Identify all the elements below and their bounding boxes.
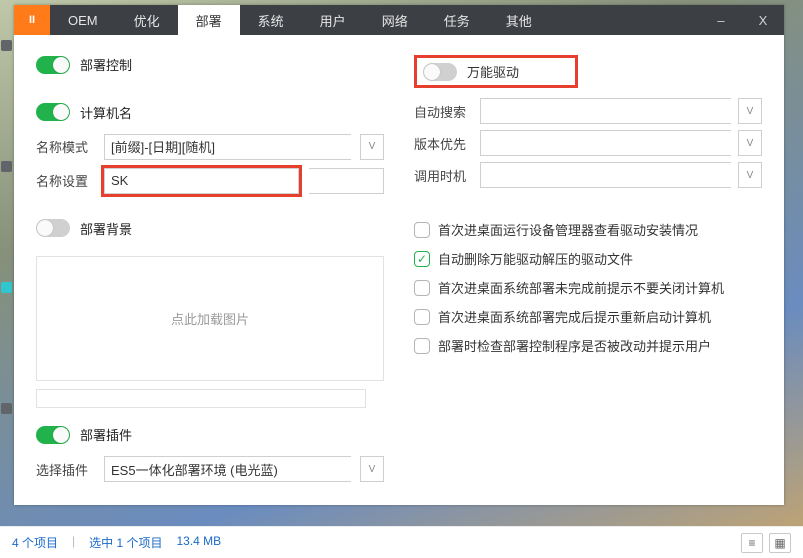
wanneng-driver-head: 万能驱动 (414, 55, 578, 88)
check-label: 部署时检查部署控制程序是否被改动并提示用户 (438, 336, 711, 355)
deploy-control-head: 部署控制 (36, 55, 384, 74)
tab-deploy[interactable]: 部署 (178, 5, 240, 35)
deploy-plugin-toggle[interactable] (36, 426, 70, 444)
wanneng-driver-toggle[interactable] (423, 63, 457, 81)
tab-tasks[interactable]: 任务 (426, 5, 488, 35)
chevron-down-icon[interactable]: V (360, 456, 384, 482)
plugin-select[interactable]: ES5一体化部署环境 (电光蓝) (104, 456, 351, 482)
app-window: II OEM 优化 部署 系统 用户 网络 任务 其他 – X (14, 5, 784, 505)
computer-name-head: 计算机名 (36, 103, 384, 122)
name-set-extra-input[interactable] (309, 168, 384, 194)
check-label: 首次进桌面系统部署完成后提示重新启动计算机 (438, 307, 711, 326)
explorer-status-bar: 4 个项目 | 选中 1 个项目 13.4 MB ≡ ▦ (0, 526, 803, 558)
check-label: 自动删除万能驱动解压的驱动文件 (438, 249, 633, 268)
check-row: 自动删除万能驱动解压的驱动文件 (414, 249, 762, 268)
deploy-plugin-label: 部署插件 (80, 425, 132, 444)
tab-other[interactable]: 其他 (488, 5, 550, 35)
tab-user[interactable]: 用户 (302, 5, 364, 35)
name-set-input[interactable]: SK (104, 168, 299, 194)
version-priority-select[interactable] (480, 130, 731, 156)
status-selected-size: 13.4 MB (176, 534, 221, 551)
chevron-down-icon[interactable]: V (738, 162, 762, 188)
tab-optimize[interactable]: 优化 (116, 5, 178, 35)
check-label: 首次进桌面系统部署未完成前提示不要关闭计算机 (438, 278, 724, 297)
chevron-down-icon[interactable]: V (738, 130, 762, 156)
deploy-bg-label: 部署背景 (80, 219, 132, 238)
check-label: 首次进桌面运行设备管理器查看驱动安装情况 (438, 220, 698, 239)
check-row: 首次进桌面系统部署未完成前提示不要关闭计算机 (414, 278, 762, 297)
tab-network[interactable]: 网络 (364, 5, 426, 35)
wanneng-driver-label: 万能驱动 (467, 62, 519, 81)
deploy-plugin-head: 部署插件 (36, 425, 384, 444)
computer-name-toggle[interactable] (36, 103, 70, 121)
check-row: 首次进桌面运行设备管理器查看驱动安装情况 (414, 220, 762, 239)
check-device-manager[interactable] (414, 222, 430, 238)
computer-name-label: 计算机名 (80, 103, 132, 122)
auto-search-label: 自动搜索 (414, 102, 472, 121)
right-panel: 万能驱动 自动搜索 V 版本优先 V 调用时机 (414, 55, 762, 490)
status-item-count: 4 个项目 (12, 534, 58, 551)
name-mode-label: 名称模式 (36, 137, 94, 156)
minimize-button[interactable]: – (700, 5, 742, 35)
side-icon (1, 161, 12, 172)
titlebar: II OEM 优化 部署 系统 用户 网络 任务 其他 – X (14, 5, 784, 35)
chevron-down-icon[interactable]: V (360, 134, 384, 160)
status-separator: | (72, 534, 75, 551)
name-set-label: 名称设置 (36, 171, 94, 190)
check-row: 首次进桌面系统部署完成后提示重新启动计算机 (414, 307, 762, 326)
tab-system[interactable]: 系统 (240, 5, 302, 35)
side-icon (1, 403, 12, 414)
side-icon (1, 282, 12, 293)
left-panel: 部署控制 计算机名 名称模式 [前缀]-[日期][随机] V 名称设置 (36, 55, 384, 490)
auto-search-select[interactable] (480, 98, 731, 124)
view-large-icons-icon[interactable]: ▦ (769, 533, 791, 553)
deploy-control-toggle[interactable] (36, 56, 70, 74)
check-row: 部署时检查部署控制程序是否被改动并提示用户 (414, 336, 762, 355)
desktop-side-icons (0, 0, 13, 558)
plugin-select-label: 选择插件 (36, 460, 94, 479)
bg-image-dropzone[interactable]: 点此加载图片 (36, 256, 384, 382)
view-details-icon[interactable]: ≡ (741, 533, 763, 553)
window-buttons: – X (700, 5, 784, 35)
check-restart-prompt[interactable] (414, 309, 430, 325)
check-auto-delete-driver[interactable] (414, 251, 430, 267)
deploy-bg-head: 部署背景 (36, 219, 384, 238)
app-logo[interactable]: II (14, 5, 50, 35)
deploy-bg-toggle[interactable] (36, 219, 70, 237)
chevron-down-icon[interactable]: V (738, 98, 762, 124)
close-button[interactable]: X (742, 5, 784, 35)
status-selected-count: 选中 1 个项目 (89, 534, 162, 551)
call-timing-label: 调用时机 (414, 166, 472, 185)
name-mode-select[interactable]: [前缀]-[日期][随机] (104, 134, 351, 160)
version-priority-label: 版本优先 (414, 134, 472, 153)
bg-path-input[interactable] (36, 389, 366, 408)
deploy-control-label: 部署控制 (80, 55, 132, 74)
check-warn-incomplete[interactable] (414, 280, 430, 296)
side-icon (1, 40, 12, 51)
tab-strip: OEM 优化 部署 系统 用户 网络 任务 其他 (50, 5, 550, 35)
call-timing-select[interactable] (480, 162, 731, 188)
tab-oem[interactable]: OEM (50, 5, 116, 35)
check-tamper-detect[interactable] (414, 338, 430, 354)
